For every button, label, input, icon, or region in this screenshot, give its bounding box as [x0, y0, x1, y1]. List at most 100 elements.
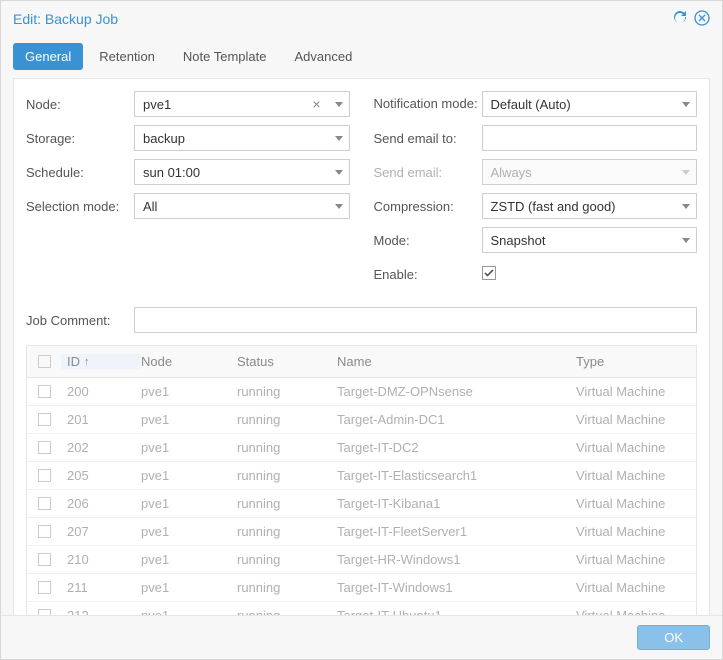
- cell-id: 210: [61, 552, 141, 567]
- cell-id: 200: [61, 384, 141, 399]
- vm-grid: ID ↑ Node Status Name Type 200pve1runnin…: [26, 345, 697, 631]
- tab-general[interactable]: General: [13, 43, 83, 70]
- mode-dropdown-icon[interactable]: [675, 227, 697, 253]
- table-row[interactable]: 210pve1runningTarget-HR-Windows1Virtual …: [27, 546, 696, 574]
- enable-checkbox[interactable]: [482, 266, 496, 280]
- selection-dropdown-icon[interactable]: [328, 193, 350, 219]
- compression-label: Compression:: [374, 199, 482, 214]
- notification-mode-label: Notification mode:: [374, 96, 482, 112]
- tab-advanced[interactable]: Advanced: [283, 43, 365, 70]
- cell-node: pve1: [141, 412, 237, 427]
- form-panel: Node: pve1 × Storage: backup Schedul: [13, 78, 710, 636]
- schedule-field[interactable]: sun 01:00: [134, 159, 350, 185]
- cell-type: Virtual Machine: [576, 440, 696, 455]
- column-header-id[interactable]: ID ↑: [61, 354, 141, 369]
- table-row[interactable]: 207pve1runningTarget-IT-FleetServer1Virt…: [27, 518, 696, 546]
- send-email-to-field[interactable]: [482, 125, 698, 151]
- row-checkbox[interactable]: [38, 525, 51, 538]
- row-checkbox[interactable]: [38, 441, 51, 454]
- cell-node: pve1: [141, 524, 237, 539]
- right-column: Notification mode: Default (Auto) Send e…: [374, 91, 698, 295]
- cell-type: Virtual Machine: [576, 384, 696, 399]
- cell-type: Virtual Machine: [576, 412, 696, 427]
- cell-id: 206: [61, 496, 141, 511]
- table-row[interactable]: 206pve1runningTarget-IT-Kibana1Virtual M…: [27, 490, 696, 518]
- cell-status: running: [237, 468, 337, 483]
- column-header-type[interactable]: Type: [576, 354, 696, 369]
- cell-node: pve1: [141, 580, 237, 595]
- schedule-dropdown-icon[interactable]: [328, 159, 350, 185]
- job-comment-field[interactable]: [134, 307, 697, 333]
- cell-id: 211: [61, 580, 141, 595]
- storage-label: Storage:: [26, 131, 134, 146]
- cell-id: 202: [61, 440, 141, 455]
- cell-type: Virtual Machine: [576, 496, 696, 511]
- node-dropdown-icon[interactable]: [328, 91, 350, 117]
- schedule-label: Schedule:: [26, 165, 134, 180]
- mode-label: Mode:: [374, 233, 482, 248]
- cell-status: running: [237, 440, 337, 455]
- mode-field[interactable]: Snapshot: [482, 227, 698, 253]
- cell-name: Target-IT-FleetServer1: [337, 524, 576, 539]
- left-column: Node: pve1 × Storage: backup Schedul: [26, 91, 350, 295]
- column-header-node[interactable]: Node: [141, 354, 237, 369]
- compression-field[interactable]: ZSTD (fast and good): [482, 193, 698, 219]
- dialog-footer: OK: [1, 615, 722, 659]
- cell-status: running: [237, 552, 337, 567]
- select-all-checkbox[interactable]: [38, 355, 51, 368]
- row-checkbox[interactable]: [38, 413, 51, 426]
- cell-status: running: [237, 384, 337, 399]
- cell-status: running: [237, 524, 337, 539]
- cell-status: running: [237, 580, 337, 595]
- column-header-status[interactable]: Status: [237, 354, 337, 369]
- storage-dropdown-icon[interactable]: [328, 125, 350, 151]
- send-email-field: Always: [482, 159, 698, 185]
- cell-node: pve1: [141, 496, 237, 511]
- node-label: Node:: [26, 97, 134, 112]
- cell-node: pve1: [141, 552, 237, 567]
- ok-button[interactable]: OK: [637, 625, 710, 650]
- sort-ascending-icon: ↑: [84, 356, 90, 368]
- cell-name: Target-IT-Kibana1: [337, 496, 576, 511]
- send-email-dropdown-icon: [675, 159, 697, 185]
- cell-type: Virtual Machine: [576, 552, 696, 567]
- cell-type: Virtual Machine: [576, 468, 696, 483]
- dialog-title: Edit: Backup Job: [13, 11, 118, 27]
- titlebar: Edit: Backup Job: [1, 1, 722, 37]
- tab-retention[interactable]: Retention: [87, 43, 167, 70]
- cell-id: 201: [61, 412, 141, 427]
- job-comment-label: Job Comment:: [26, 313, 134, 328]
- close-icon[interactable]: [694, 10, 710, 29]
- tab-note-template[interactable]: Note Template: [171, 43, 279, 70]
- cell-node: pve1: [141, 384, 237, 399]
- enable-label: Enable:: [374, 267, 482, 282]
- titlebar-tools: [672, 10, 710, 29]
- row-checkbox[interactable]: [38, 581, 51, 594]
- reset-icon[interactable]: [672, 10, 688, 29]
- cell-type: Virtual Machine: [576, 524, 696, 539]
- table-row[interactable]: 211pve1runningTarget-IT-Windows1Virtual …: [27, 574, 696, 602]
- row-checkbox[interactable]: [38, 497, 51, 510]
- row-checkbox[interactable]: [38, 553, 51, 566]
- cell-name: Target-IT-Windows1: [337, 580, 576, 595]
- cell-node: pve1: [141, 468, 237, 483]
- selection-label: Selection mode:: [26, 199, 134, 214]
- selection-field[interactable]: All: [134, 193, 350, 219]
- storage-field[interactable]: backup: [134, 125, 350, 151]
- row-checkbox[interactable]: [38, 469, 51, 482]
- notification-mode-dropdown-icon[interactable]: [675, 91, 697, 117]
- grid-header: ID ↑ Node Status Name Type: [27, 346, 696, 378]
- table-row[interactable]: 202pve1runningTarget-IT-DC2Virtual Machi…: [27, 434, 696, 462]
- column-header-id-text: ID: [67, 354, 80, 369]
- table-row[interactable]: 201pve1runningTarget-Admin-DC1Virtual Ma…: [27, 406, 696, 434]
- cell-name: Target-IT-DC2: [337, 440, 576, 455]
- table-row[interactable]: 200pve1runningTarget-DMZ-OPNsenseVirtual…: [27, 378, 696, 406]
- row-checkbox[interactable]: [38, 385, 51, 398]
- compression-dropdown-icon[interactable]: [675, 193, 697, 219]
- cell-name: Target-IT-Elasticsearch1: [337, 468, 576, 483]
- dialog-backup-job: Edit: Backup Job General Retention Note …: [0, 0, 723, 660]
- table-row[interactable]: 205pve1runningTarget-IT-Elasticsearch1Vi…: [27, 462, 696, 490]
- column-header-name[interactable]: Name: [337, 354, 576, 369]
- node-clear-icon[interactable]: ×: [306, 91, 328, 117]
- notification-mode-field[interactable]: Default (Auto): [482, 91, 698, 117]
